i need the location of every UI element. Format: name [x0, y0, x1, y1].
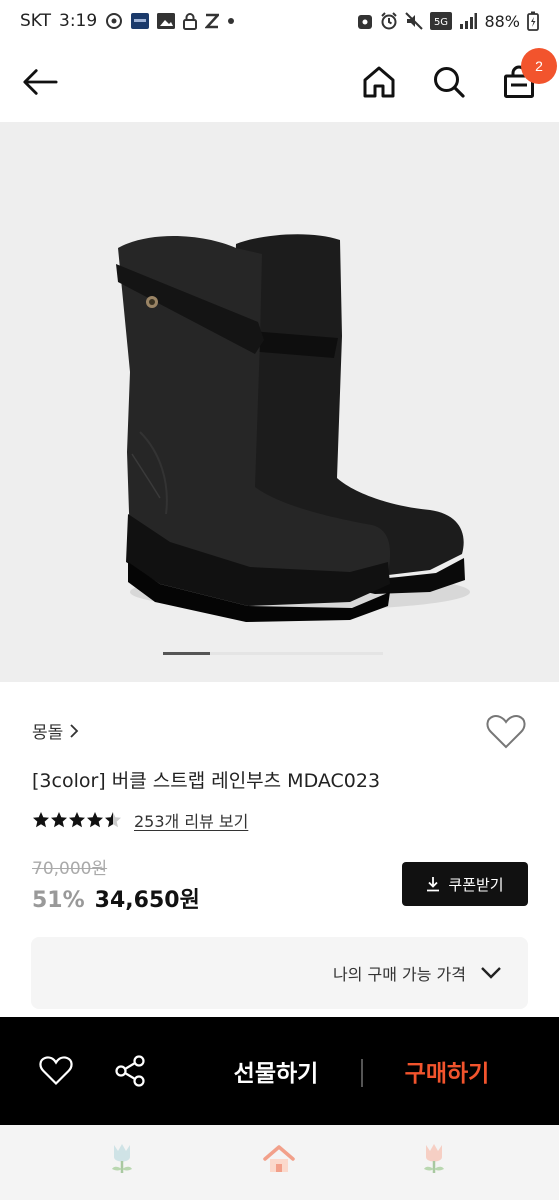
indicator-active: [163, 652, 210, 655]
nav-right-button[interactable]: [414, 1139, 454, 1179]
star-icon: [33, 812, 49, 828]
my-price-label: 나의 구매 가능 가격: [332, 965, 466, 984]
heart-outline-icon: [39, 1056, 73, 1086]
home-icon: [363, 66, 395, 98]
cart-button[interactable]: 2: [501, 48, 557, 100]
battery-icon: [527, 11, 539, 31]
home-icon: [263, 1145, 295, 1172]
product-image-carousel[interactable]: [0, 122, 559, 682]
star-icon: [51, 812, 67, 828]
dot-icon: [227, 17, 235, 25]
wishlist-action-button[interactable]: [38, 1053, 74, 1089]
review-link[interactable]: 253개 리뷰 보기: [134, 808, 248, 832]
action-divider: [361, 1059, 363, 1087]
bottom-nav: [0, 1125, 559, 1200]
brand-name: 몽돌: [32, 723, 64, 743]
header-actions: 2: [361, 48, 557, 100]
lock-icon: [183, 12, 198, 30]
z-app-icon: [205, 13, 220, 29]
photo-icon: [157, 13, 176, 29]
star-icon: [87, 812, 103, 828]
star-rating: [33, 812, 121, 828]
buy-button[interactable]: 구매하기: [372, 1051, 522, 1091]
rain-boots-product-image: [116, 234, 470, 622]
cart-count-badge: 2: [521, 48, 557, 84]
lock-app-icon: [357, 12, 373, 30]
carousel-indicator: [163, 652, 383, 655]
tulip-icon: [112, 1144, 132, 1173]
back-button[interactable]: [22, 64, 58, 100]
price-row: 51% 34,650원: [32, 882, 200, 914]
star-half-icon: [105, 812, 121, 828]
signal-icon: [459, 13, 478, 29]
clock: 3:19: [59, 11, 98, 31]
arrow-left-icon: [23, 69, 58, 95]
status-right: 5G 88%: [357, 11, 539, 31]
home-button[interactable]: [361, 64, 397, 100]
share-button[interactable]: [112, 1053, 148, 1089]
status-bar: SKT 3:19 5G 88%: [0, 0, 559, 42]
search-button[interactable]: [431, 64, 467, 100]
original-price: 70,000원: [32, 859, 108, 879]
mute-icon: [405, 12, 424, 30]
star-icon: [69, 812, 85, 828]
coupon-button[interactable]: 쿠폰받기: [402, 862, 528, 906]
svg-text:5G: 5G: [434, 17, 448, 28]
chevron-right-icon: [70, 723, 79, 738]
nav-home-button[interactable]: [259, 1139, 299, 1179]
data-saver-icon: [105, 12, 123, 30]
indicator-track: [210, 652, 383, 655]
sale-price: 34,650원: [94, 888, 200, 913]
rating-row: 253개 리뷰 보기: [32, 808, 248, 832]
heart-outline-icon: [486, 715, 526, 749]
5g-icon: 5G: [430, 12, 453, 30]
app-notification-icon: [131, 13, 150, 29]
product-title: [3color] 버클 스트랩 레인부츠 MDAC023: [32, 770, 381, 792]
share-icon: [115, 1055, 145, 1087]
search-icon: [434, 67, 465, 98]
battery-percent: 88%: [484, 11, 520, 31]
status-left: SKT 3:19: [20, 11, 235, 31]
my-price-dropdown[interactable]: 나의 구매 가능 가격: [31, 937, 528, 1009]
coupon-label: 쿠폰받기: [448, 875, 504, 894]
wishlist-button[interactable]: [486, 714, 526, 754]
discount-rate: 51%: [32, 888, 85, 913]
tulip-pink-icon: [424, 1144, 444, 1173]
alarm-icon: [380, 12, 398, 30]
nav-left-button[interactable]: [102, 1139, 142, 1179]
purchase-action-bar: 선물하기 구매하기: [0, 1017, 559, 1125]
brand-link[interactable]: 몽돌: [32, 718, 79, 743]
download-icon: [427, 877, 440, 892]
carrier-label: SKT: [20, 11, 52, 31]
gift-button[interactable]: 선물하기: [196, 1051, 356, 1091]
chevron-down-icon: [481, 967, 501, 979]
top-app-bar: 2: [0, 42, 559, 122]
